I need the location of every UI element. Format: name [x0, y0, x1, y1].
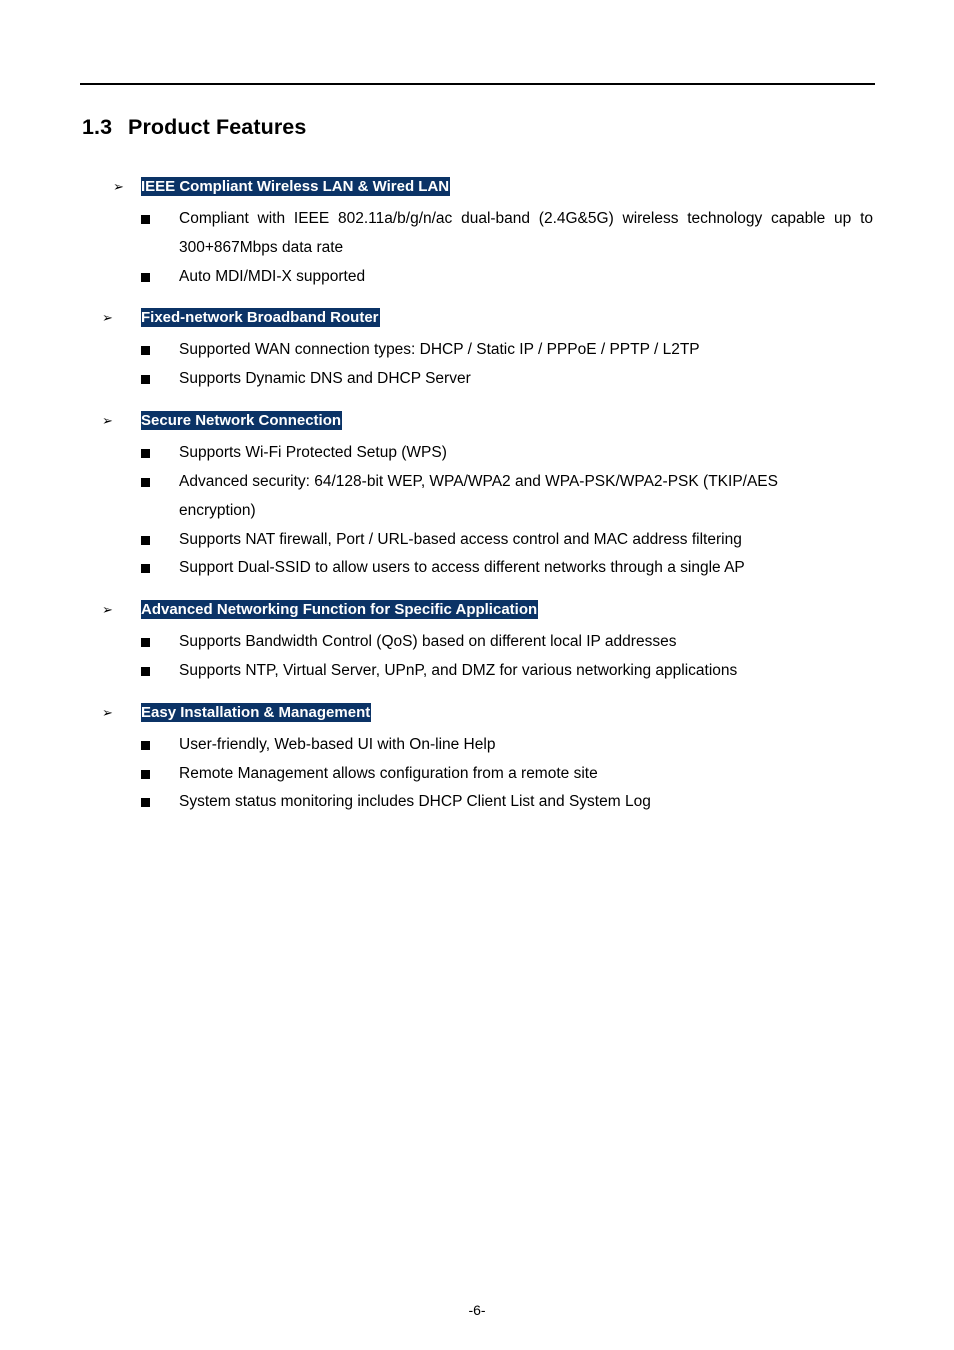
section-number: 1.3	[82, 115, 113, 139]
arrowhead-bullet-icon: ➢	[102, 602, 113, 617]
arrowhead-bullet-icon: ➢	[113, 179, 124, 194]
feature-text: Advanced security: 64/128-bit WEP, WPA/W…	[179, 473, 778, 519]
square-bullet-icon	[141, 667, 150, 676]
arrowhead-bullet-icon: ➢	[102, 413, 113, 428]
feature-group-title: Fixed-network Broadband Router	[141, 308, 380, 327]
section-title: 1.3 Product Features	[82, 115, 306, 140]
square-bullet-icon	[141, 215, 150, 224]
square-bullet-icon	[141, 638, 150, 647]
feature-group-title: Advanced Networking Function for Specifi…	[141, 600, 539, 619]
square-bullet-icon	[141, 273, 150, 282]
square-bullet-icon	[141, 478, 150, 487]
feature-text: Support Dual-SSID to allow users to acce…	[179, 559, 745, 576]
section-title-text: Product Features	[128, 115, 307, 139]
feature-text: Supports NAT firewall, Port / URL-based …	[179, 531, 742, 548]
square-bullet-icon	[141, 770, 150, 779]
feature-group-title: Easy Installation & Management	[141, 703, 372, 722]
feature-text: User-friendly, Web-based UI with On-line…	[179, 736, 496, 753]
feature-text: Supports Wi-Fi Protected Setup (WPS)	[179, 444, 447, 461]
square-bullet-icon	[141, 375, 150, 384]
square-bullet-icon	[141, 798, 150, 807]
feature-text: Compliant with IEEE 802.11a/b/g/n/ac dua…	[179, 210, 873, 256]
arrowhead-bullet-icon: ➢	[102, 705, 113, 720]
square-bullet-icon	[141, 741, 150, 750]
header-rule	[80, 83, 875, 85]
feature-text: Supports Bandwidth Control (QoS) based o…	[179, 633, 677, 650]
feature-text: Supported WAN connection types: DHCP / S…	[179, 341, 700, 358]
square-bullet-icon	[141, 346, 150, 355]
page-number: -6-	[468, 1302, 486, 1318]
square-bullet-icon	[141, 564, 150, 573]
arrowhead-bullet-icon: ➢	[102, 310, 113, 325]
feature-text: Supports NTP, Virtual Server, UPnP, and …	[179, 662, 738, 679]
feature-group-title: Secure Network Connection	[141, 411, 343, 430]
feature-group-title: IEEE Compliant Wireless LAN & Wired LAN	[141, 177, 451, 196]
feature-text: System status monitoring includes DHCP C…	[179, 793, 651, 810]
feature-text: Supports Dynamic DNS and DHCP Server	[179, 370, 471, 387]
feature-text: Remote Management allows configuration f…	[179, 765, 598, 782]
square-bullet-icon	[141, 449, 150, 458]
feature-text: Auto MDI/MDI-X supported	[179, 268, 366, 285]
square-bullet-icon	[141, 536, 150, 545]
